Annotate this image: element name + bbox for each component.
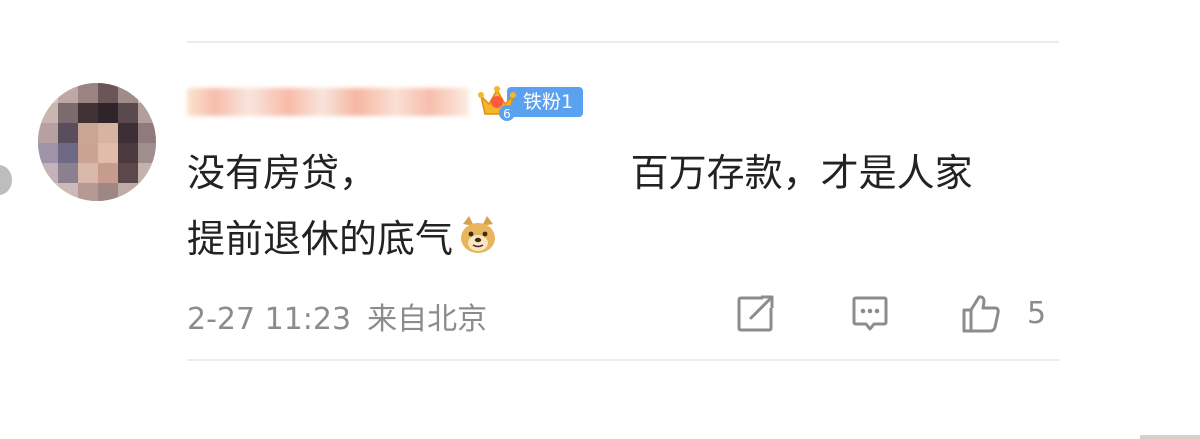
like-count: 5 xyxy=(1027,296,1047,331)
fan-badge[interactable]: 铁粉1 xyxy=(507,87,584,117)
comment-line-2: 提前退休的底气 xyxy=(187,217,454,261)
comment-line-1: 没有房贷， 百万存款，才是人家 xyxy=(187,151,973,195)
thumbs-up-icon[interactable] xyxy=(959,292,1003,336)
corner-mark xyxy=(1140,435,1200,439)
crown-icon: 6 xyxy=(478,86,516,121)
comment-time: 2-27 11:23 xyxy=(187,302,352,337)
top-divider xyxy=(187,41,1059,43)
side-scroll-dot xyxy=(0,165,12,195)
avatar[interactable] xyxy=(38,83,156,201)
fan-badge-label: 铁粉1 xyxy=(523,91,574,113)
doge-emoji-icon xyxy=(461,216,496,253)
comment-location: 来自北京 xyxy=(367,302,488,337)
bottom-divider xyxy=(187,359,1059,361)
username-blurred[interactable] xyxy=(187,88,469,116)
comment-footer: 2-27 11:23 来自北京 5 xyxy=(187,290,1059,340)
comment-body: 铁粉1 6 没有房贷， 百万存款，才是人家 提前退休的底气 xyxy=(187,78,1067,272)
weibo-comment-page: 铁粉1 6 没有房贷， 百万存款，才是人家 提前退休的底气 2-27 11:23… xyxy=(0,0,1200,439)
comment-icon[interactable] xyxy=(848,292,892,336)
user-row: 铁粉1 6 xyxy=(187,78,1067,122)
comment-text: 没有房贷， 百万存款，才是人家 提前退休的底气 xyxy=(187,140,1067,272)
share-edit-icon[interactable] xyxy=(733,292,777,336)
comment-meta: 2-27 11:23 来自北京 xyxy=(187,294,487,338)
crown-level: 6 xyxy=(503,107,511,121)
